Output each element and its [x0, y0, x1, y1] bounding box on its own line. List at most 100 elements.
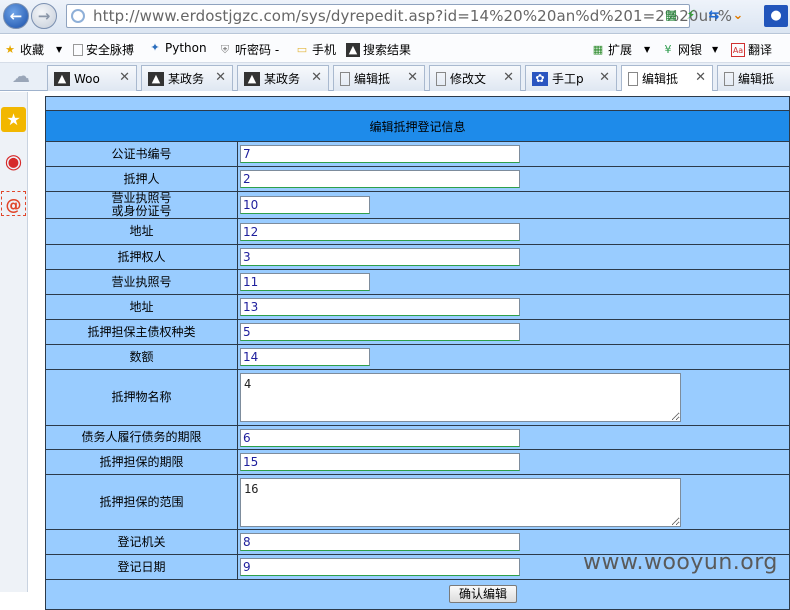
form-footer-row [45, 579, 790, 610]
bookmark-label: 网银 [678, 43, 703, 57]
field-label: 营业执照号 或身份证号 [45, 191, 238, 219]
mortgagee-license-input[interactable] [240, 273, 370, 291]
bookmark-anquanmaibo[interactable]: 安全脉搏 [73, 41, 134, 58]
bookmark-tingmima[interactable]: ⛨ 听密码 - [218, 41, 279, 58]
paw-icon: ✿ [532, 71, 548, 86]
back-arrow-icon: ← [9, 7, 23, 25]
tab-xiugai[interactable]: 修改文 ✕ [429, 65, 521, 91]
refresh-icon[interactable]: ⇆ [704, 5, 724, 27]
close-icon[interactable]: ✕ [407, 70, 418, 85]
page-icon [73, 43, 83, 56]
table-row: 抵押担保的范围 16 [45, 474, 790, 530]
table-row: 抵押担保的期限 [45, 449, 790, 475]
tab-bianji-active[interactable]: 编辑抵 ✕ [621, 65, 713, 91]
guarantee-scope-textarea[interactable]: 16 [240, 477, 681, 527]
bookmark-favorites[interactable]: ★ 收藏 ▼ [3, 41, 62, 58]
extension-icon: ▦ [592, 42, 604, 56]
form-title: 编辑抵押登记信息 [45, 110, 790, 142]
qrcode-icon[interactable]: ▦ [661, 5, 681, 27]
tab-bianji-3[interactable]: 编辑抵 [717, 65, 790, 91]
online-banking-menu[interactable]: ¥ 网银 ▼ [661, 41, 719, 58]
field-label: 登记日期 [45, 554, 238, 580]
mortgagor-license-input[interactable] [240, 196, 370, 214]
field-label: 地址 [45, 294, 238, 320]
table-row: 地址 [45, 218, 790, 245]
watermark-text: www.wooyun.org [583, 550, 778, 575]
address-toolbar: ← → http://www.erdostjgzc.com/sys/dyrepe… [0, 0, 790, 34]
mail-at-icon[interactable]: @ [1, 191, 26, 216]
lightning-icon[interactable]: ⚡ [681, 5, 701, 27]
baidu-search-icon[interactable]: ● [764, 5, 788, 27]
collateral-name-textarea[interactable]: 4 [240, 373, 681, 422]
cloud-icon[interactable]: ☁ [6, 66, 36, 88]
close-icon[interactable]: ✕ [503, 70, 514, 85]
table-row: 抵押人 [45, 166, 790, 192]
bookmark-label: Python [165, 41, 207, 55]
bookmark-search-results[interactable]: ▲ 搜索结果 [346, 41, 411, 58]
tab-zhengwu-1[interactable]: ▲ 某政务 ✕ [141, 65, 233, 91]
form-header-row: 编辑抵押登记信息 [45, 110, 790, 142]
close-icon[interactable]: ✕ [695, 70, 706, 85]
close-icon[interactable]: ✕ [119, 70, 130, 85]
tab-label: 修改文 [450, 72, 487, 86]
wooyun-icon: ▲ [148, 71, 164, 86]
star-icon: ★ [5, 42, 15, 56]
table-row: 营业执照号 [45, 269, 790, 295]
table-row: 债务人履行债务的期限 [45, 425, 790, 450]
page-icon [724, 71, 734, 86]
tab-zhengwu-2[interactable]: ▲ 某政务 ✕ [237, 65, 329, 91]
dropdown-chevron-icon[interactable]: ⌄ [728, 5, 748, 27]
tab-label: 某政务 [264, 72, 301, 86]
table-row: 数额 [45, 344, 790, 370]
guarantee-term-input[interactable] [240, 453, 520, 471]
forward-button[interactable]: → [31, 3, 57, 29]
field-label: 营业执照号 [45, 269, 238, 295]
shield-icon: ⛨ [220, 42, 230, 56]
url-text[interactable]: http://www.erdostjgzc.com/sys/dyrepedit.… [93, 7, 732, 25]
close-icon[interactable]: ✕ [215, 70, 226, 85]
tab-label: 编辑抵 [354, 72, 391, 86]
chevron-down-icon: ▼ [56, 45, 63, 54]
close-icon[interactable]: ✕ [311, 70, 322, 85]
favorites-star-icon[interactable]: ★ [1, 107, 26, 132]
tab-bianji-1[interactable]: 编辑抵 ✕ [333, 65, 425, 91]
weibo-icon[interactable]: ◉ [1, 149, 26, 174]
mortgagee-address-input[interactable] [240, 298, 520, 316]
table-row: 抵押物名称 4 [45, 369, 790, 426]
page-icon [436, 71, 446, 86]
bookmark-label: 收藏 [20, 43, 45, 57]
mortgagor-address-input[interactable] [240, 222, 520, 241]
page-icon [340, 71, 350, 86]
table-spacer-row [45, 96, 790, 111]
tab-wooyun[interactable]: ▲ Woo ✕ [47, 65, 137, 91]
url-bar[interactable]: http://www.erdostjgzc.com/sys/dyrepedit.… [66, 4, 732, 28]
registration-authority-input[interactable] [240, 533, 520, 551]
tab-label: 编辑抵 [738, 72, 775, 86]
translate-menu[interactable]: Aa 翻译 [731, 41, 772, 58]
debt-term-input[interactable] [240, 428, 520, 447]
tab-label: Woo [74, 71, 100, 86]
wooyun-icon: ▲ [244, 71, 260, 86]
notary-number-input[interactable] [240, 145, 520, 163]
bookmark-shouji[interactable]: ▭ 手机 [295, 41, 336, 58]
tab-label: 某政务 [168, 72, 205, 86]
tab-bar: ☁ ▲ Woo ✕ ▲ 某政务 ✕ ▲ 某政务 ✕ 编辑抵 ✕ 修改文 ✕ ✿ … [0, 63, 790, 91]
page-icon [628, 71, 638, 86]
field-label: 抵押担保的期限 [45, 449, 238, 475]
site-icon [71, 9, 85, 23]
close-icon[interactable]: ✕ [599, 70, 610, 85]
registration-date-input[interactable] [240, 558, 520, 576]
back-button[interactable]: ← [3, 3, 29, 29]
extensions-menu[interactable]: ▦ 扩展 ▼ [591, 41, 650, 58]
debt-type-input[interactable] [240, 323, 520, 341]
mortgagee-input[interactable] [240, 248, 520, 266]
field-label: 债务人履行债务的期限 [45, 425, 238, 450]
mortgagor-input[interactable] [240, 170, 520, 188]
translate-icon: Aa [731, 42, 745, 57]
tab-shougong[interactable]: ✿ 手工p ✕ [525, 65, 617, 91]
amount-input[interactable] [240, 348, 370, 366]
python-icon: ✦ [150, 41, 160, 54]
bookmark-python[interactable]: ✦ Python [148, 41, 207, 55]
field-label: 公证书编号 [45, 141, 238, 167]
confirm-edit-button[interactable]: 确认编辑 [449, 585, 517, 603]
